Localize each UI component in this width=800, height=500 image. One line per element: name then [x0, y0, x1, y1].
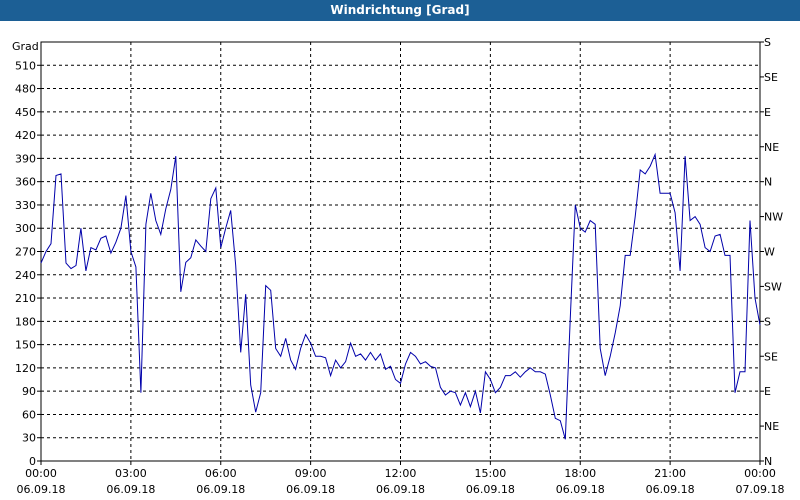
y2-tick-label: SW [764, 280, 782, 293]
y-tick-label: 60 [22, 408, 36, 421]
y-tick-label: 180 [15, 315, 36, 328]
x-tick-time: 09:00 [295, 467, 327, 480]
y-tick-label: 270 [15, 246, 36, 259]
y-tick-label: 330 [15, 199, 36, 212]
x-tick-time: 15:00 [475, 467, 507, 480]
x-tick-date: 06.09.18 [17, 483, 66, 496]
y-tick-label: 30 [22, 432, 36, 445]
chart-grid [41, 42, 760, 461]
x-tick-date: 06.09.18 [106, 483, 155, 496]
y2-tick-label: N [764, 176, 772, 189]
y-tick-label: 240 [15, 269, 36, 282]
x-tick-time: 00:00 [744, 467, 776, 480]
x-tick-time: 00:00 [25, 467, 57, 480]
y-tick-label: 450 [15, 106, 36, 119]
y2-tick-label: SE [764, 350, 778, 363]
y-tick-label: 90 [22, 385, 36, 398]
x-tick-time: 18:00 [564, 467, 596, 480]
x-tick-date: 06.09.18 [376, 483, 425, 496]
y2-tick-label: NE [764, 141, 779, 154]
y-tick-label: 120 [15, 362, 36, 375]
wind-direction-chart: 0306090120150180210240270300330360390420… [12, 36, 785, 496]
y-tick-label: 390 [15, 152, 36, 165]
x-tick-time: 12:00 [385, 467, 417, 480]
y-tick-label: 420 [15, 129, 36, 142]
x-axis-ticks: 00:00 06.09.18 03:00 06.09.18 06:00 06.09.18 0… [17, 461, 785, 496]
x-tick-date: 06.09.18 [466, 483, 515, 496]
y2-tick-label: S [764, 315, 771, 328]
y-tick-label: 150 [15, 339, 36, 352]
y-tick-label: 360 [15, 176, 36, 189]
y-axis-ticks: 0306090120150180210240270300330360390420… [15, 59, 41, 468]
y-tick-label: 480 [15, 83, 36, 96]
y2-tick-label: E [764, 106, 771, 119]
y2-tick-label: SE [764, 71, 778, 84]
x-tick-time: 06:00 [205, 467, 237, 480]
y2-tick-label: W [764, 246, 775, 259]
x-tick-date: 06.09.18 [286, 483, 335, 496]
x-tick-time: 21:00 [654, 467, 686, 480]
x-tick-date: 06.09.18 [556, 483, 605, 496]
x-tick-date: 06.09.18 [196, 483, 245, 496]
y2-tick-label: S [764, 36, 771, 49]
y-tick-label: 210 [15, 292, 36, 305]
y-tick-label: 300 [15, 222, 36, 235]
y2-tick-label: NW [764, 211, 783, 224]
y2-axis-ticks: NNEESESSWWNWNNEESES [760, 36, 783, 468]
x-tick-time: 03:00 [115, 467, 147, 480]
y2-tick-label: E [764, 385, 771, 398]
x-tick-date: 07.09.18 [736, 483, 785, 496]
y-tick-label: 510 [15, 59, 36, 72]
x-tick-date: 06.09.18 [646, 483, 695, 496]
y2-tick-label: NE [764, 420, 779, 433]
y-axis-label: Grad [12, 40, 39, 53]
window-title: Windrichtung [Grad] [0, 0, 800, 21]
